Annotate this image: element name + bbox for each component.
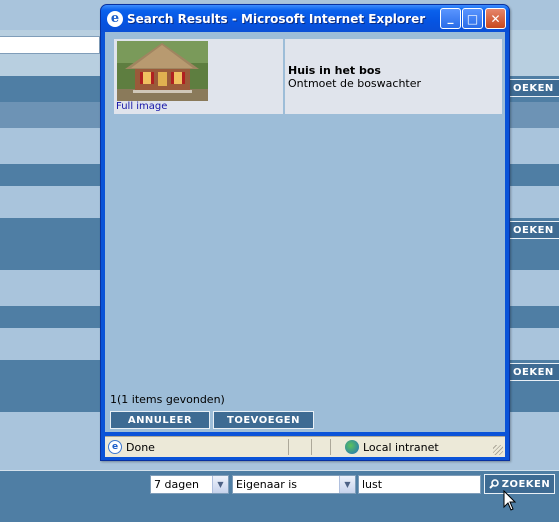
field-select[interactable]: Eigenaar is ▼ xyxy=(232,475,356,494)
chevron-down-icon[interactable]: ▼ xyxy=(212,476,228,493)
status-text: Done xyxy=(126,440,155,454)
close-button[interactable]: ✕ xyxy=(485,8,506,29)
house-thumbnail[interactable] xyxy=(117,41,208,101)
maximize-button[interactable]: □ xyxy=(462,8,483,29)
add-button[interactable]: TOEVOEGEN xyxy=(213,411,314,429)
background-search-button[interactable]: OEKEN xyxy=(508,363,559,381)
search-input[interactable]: lust xyxy=(358,475,481,494)
result-description: Ontmoet de boswachter xyxy=(288,77,422,90)
result-title[interactable]: Huis in het bos xyxy=(288,64,502,77)
period-select-value: 7 dagen xyxy=(154,478,199,491)
search-button-label: ZOEKEN xyxy=(501,478,551,490)
cancel-button[interactable]: ANNULEER xyxy=(110,411,210,429)
window-titlebar[interactable]: e Search Results - Microsoft Internet Ex… xyxy=(101,5,509,32)
status-divider xyxy=(330,439,331,455)
intranet-zone-icon xyxy=(345,440,359,454)
status-bar: e Done Local intranet xyxy=(105,436,505,457)
period-select[interactable]: 7 dagen ▼ xyxy=(150,475,229,494)
field-select-value: Eigenaar is xyxy=(236,478,298,491)
background-input[interactable] xyxy=(0,36,100,54)
minimize-button[interactable]: _ xyxy=(440,8,461,29)
minimize-icon: _ xyxy=(447,9,454,24)
mouse-cursor-icon xyxy=(503,490,517,511)
chevron-down-icon[interactable]: ▼ xyxy=(339,476,355,493)
internet-explorer-icon: e xyxy=(107,10,123,27)
search-icon xyxy=(489,479,499,489)
full-image-link[interactable]: Full image xyxy=(116,101,167,112)
status-divider xyxy=(288,439,289,455)
result-image-cell: Full image xyxy=(114,39,283,114)
result-item: Full image Huis in het bos Ontmoet de bo… xyxy=(114,39,502,114)
search-results-window: e Search Results - Microsoft Internet Ex… xyxy=(100,4,510,461)
window-title: Search Results - Microsoft Internet Expl… xyxy=(127,11,426,26)
page-icon: e xyxy=(108,440,122,454)
resize-grip[interactable] xyxy=(493,445,503,455)
results-pane: Full image Huis in het bos Ontmoet de bo… xyxy=(105,32,505,432)
house-image xyxy=(117,41,208,101)
zone-text: Local intranet xyxy=(363,440,439,454)
background-search-button[interactable]: OEKEN xyxy=(508,221,559,239)
close-icon: ✕ xyxy=(490,11,501,26)
maximize-icon: □ xyxy=(466,11,479,26)
search-button[interactable]: ZOEKEN xyxy=(484,474,555,494)
results-count: 1(1 items gevonden) xyxy=(110,393,225,406)
result-text-cell: Huis in het bos Ontmoet de boswachter xyxy=(285,39,502,114)
status-divider xyxy=(311,439,312,455)
background-search-button[interactable]: OEKEN xyxy=(508,79,559,97)
